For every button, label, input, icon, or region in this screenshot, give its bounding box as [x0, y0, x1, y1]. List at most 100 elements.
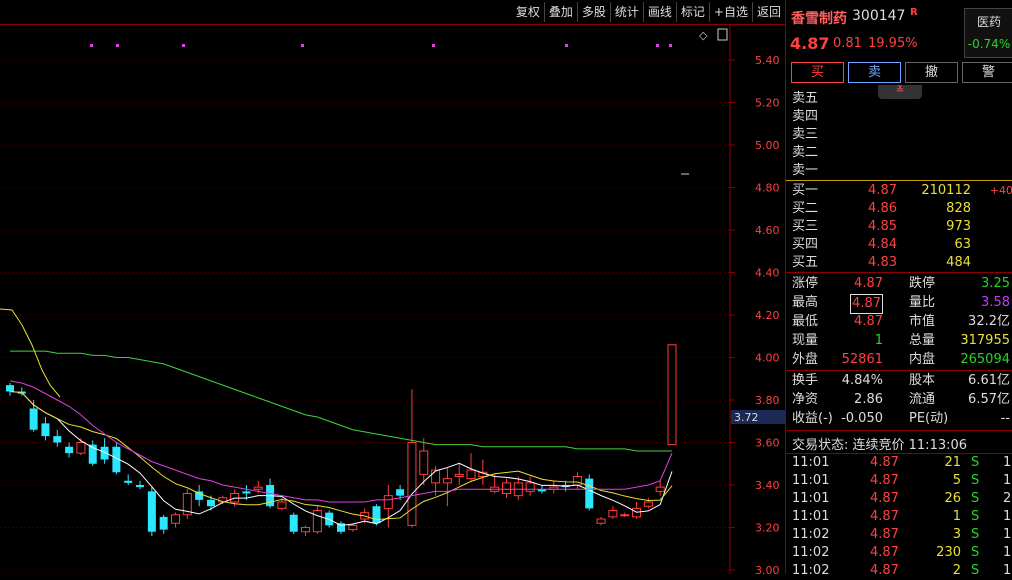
- candle-up: [655, 486, 665, 492]
- stat-label-2: PE(动): [909, 411, 949, 426]
- tick-side: S: [971, 527, 980, 542]
- toolbar-button-0[interactable]: 复权: [512, 2, 544, 22]
- stat-value: 52861: [841, 352, 883, 367]
- tick-price: 4.87: [870, 473, 899, 488]
- candle-down: [65, 446, 74, 454]
- toolbar-button-6[interactable]: +自选: [708, 2, 752, 22]
- sell-button[interactable]: 卖: [848, 62, 901, 83]
- tick-row[interactable]: 11:02 4.87 230 S 1: [786, 544, 1012, 562]
- tick-row[interactable]: 11:02 4.87 3 S 1: [786, 526, 1012, 544]
- stat-row[interactable]: 外盘 52861 内盘 265094: [786, 351, 1012, 369]
- bid-row[interactable]: 买一 4.87 210112 +40: [786, 182, 1012, 200]
- toolbar-button-5[interactable]: 标记: [675, 2, 709, 22]
- candle-down: [242, 491, 251, 494]
- axis-tick-label: 3.40: [755, 479, 780, 492]
- candle-down: [41, 423, 50, 437]
- candle-up: [407, 442, 417, 526]
- candle-up: [312, 510, 322, 533]
- toolbar-button-2[interactable]: 多股: [576, 2, 610, 22]
- alert-button[interactable]: 警: [962, 62, 1012, 83]
- stat-row[interactable]: 净资 2.86 流通 6.57亿: [786, 391, 1012, 409]
- cursor-price-label: 3.72: [734, 411, 759, 424]
- divider: [786, 370, 1012, 371]
- axis-tick-label: 5.40: [755, 54, 780, 67]
- candle-down: [136, 485, 145, 488]
- stock-flag: R: [910, 7, 918, 18]
- ask-row[interactable]: 卖二: [786, 144, 1012, 162]
- stat-row[interactable]: 最低 4.87 市值 32.2亿: [786, 313, 1012, 331]
- candle-up: [466, 469, 476, 480]
- candle-up: [431, 469, 441, 484]
- tick-price: 4.87: [870, 545, 899, 560]
- tick-volume: 2: [952, 563, 961, 578]
- kline-chart-area[interactable]: 5.40 5.20 5.00 4.80 4.60 4.40 4.20 4.00 3.80 3.60…: [0, 25, 785, 574]
- toolbar-button-3[interactable]: 统计: [609, 2, 643, 22]
- ask-label: 卖一: [792, 163, 819, 178]
- candle-up: [383, 495, 393, 509]
- stat-row[interactable]: 收益(-) -0.050 PE(动) --: [786, 410, 1012, 428]
- bid-volume: 973: [946, 219, 971, 234]
- event-marker: [116, 44, 119, 47]
- toolbar-button-7[interactable]: 返回: [751, 2, 785, 22]
- candle-down: [159, 516, 168, 530]
- event-marker: [182, 44, 185, 47]
- bid-row[interactable]: 买三 4.85 973: [786, 218, 1012, 236]
- ask-row[interactable]: 卖五: [786, 90, 1012, 108]
- tick-row[interactable]: 11:01 4.87 21 S 1: [786, 454, 1012, 472]
- bid-volume: 828: [946, 201, 971, 216]
- chart-toolbar: 复权 叠加 多股 统计 画线 标记 +自选 返回: [0, 0, 785, 25]
- bid-row[interactable]: 买二 4.86 828: [786, 200, 1012, 218]
- tick-side: S: [971, 491, 980, 506]
- ask-row[interactable]: 卖三: [786, 126, 1012, 144]
- stat-label: 最高: [792, 295, 819, 310]
- stat-row[interactable]: 涨停 4.87 跌停 3.25: [786, 275, 1012, 293]
- stat-row[interactable]: 最高 4.87 量比 3.58: [786, 294, 1012, 314]
- stat-label: 换手: [792, 373, 819, 388]
- bid-label: 买四: [792, 237, 819, 252]
- candle-up: [454, 473, 464, 477]
- axis-tick-label: 5.00: [755, 139, 780, 152]
- tick-time: 11:02: [792, 527, 830, 542]
- event-marker: [565, 44, 568, 47]
- price-change-pct: 19.95%: [868, 36, 918, 51]
- industry-change: -0.74%: [967, 37, 1011, 51]
- tick-price: 4.87: [870, 527, 899, 542]
- ask-row[interactable]: 卖一: [786, 162, 1012, 180]
- tick-side: S: [971, 509, 980, 524]
- buy-button[interactable]: 买: [791, 62, 844, 83]
- stat-label-2: 股本: [909, 373, 936, 388]
- stat-label: 涨停: [792, 276, 819, 291]
- candle-down: [147, 491, 156, 532]
- bid-price: 4.86: [868, 201, 897, 216]
- toolbar-buttons: 复权 叠加 多股 统计 画线 标记 +自选 返回: [512, 2, 785, 22]
- stat-row[interactable]: 现量 1 总量 317955: [786, 332, 1012, 350]
- industry-box[interactable]: 医药 -0.74%: [964, 8, 1012, 58]
- tick-time: 11:01: [792, 491, 830, 506]
- stat-label: 收益(-): [792, 411, 833, 426]
- axis-tick-label: 4.20: [755, 309, 780, 322]
- tick-row[interactable]: 11:01 4.87 5 S 1: [786, 472, 1012, 490]
- ask-row[interactable]: 卖四: [786, 108, 1012, 126]
- bid-row[interactable]: 买五 4.83 484: [786, 254, 1012, 272]
- stat-value-2: 3.25: [981, 276, 1010, 291]
- cancel-button[interactable]: 撤: [905, 62, 958, 83]
- bid-row[interactable]: 买四 4.84 63: [786, 236, 1012, 254]
- tick-volume: 5: [952, 473, 961, 488]
- stat-label-2: 总量: [909, 333, 936, 348]
- stat-value: 4.87: [854, 276, 883, 291]
- stat-row[interactable]: 换手 4.84% 股本 6.61亿: [786, 372, 1012, 390]
- candle-up: [419, 450, 429, 475]
- tick-row[interactable]: 11:02 4.87 2 S 1: [786, 562, 1012, 580]
- tick-row[interactable]: 11:01 4.87 26 S 2: [786, 490, 1012, 508]
- bid-label: 买二: [792, 201, 819, 216]
- divider: [786, 272, 1012, 273]
- ask-label: 卖三: [792, 127, 819, 142]
- toolbar-button-4[interactable]: 画线: [642, 2, 676, 22]
- kline-chart[interactable]: 5.40 5.20 5.00 4.80 4.60 4.40 4.20 4.00 3.80 3.60…: [0, 25, 785, 574]
- toolbar-button-1[interactable]: 叠加: [543, 2, 577, 22]
- event-marker: [301, 44, 304, 47]
- stat-value: 4.87: [850, 294, 883, 314]
- tick-count: 1: [1003, 509, 1012, 524]
- tick-row[interactable]: 11:01 4.87 1 S 1: [786, 508, 1012, 526]
- tick-volume: 1: [952, 509, 961, 524]
